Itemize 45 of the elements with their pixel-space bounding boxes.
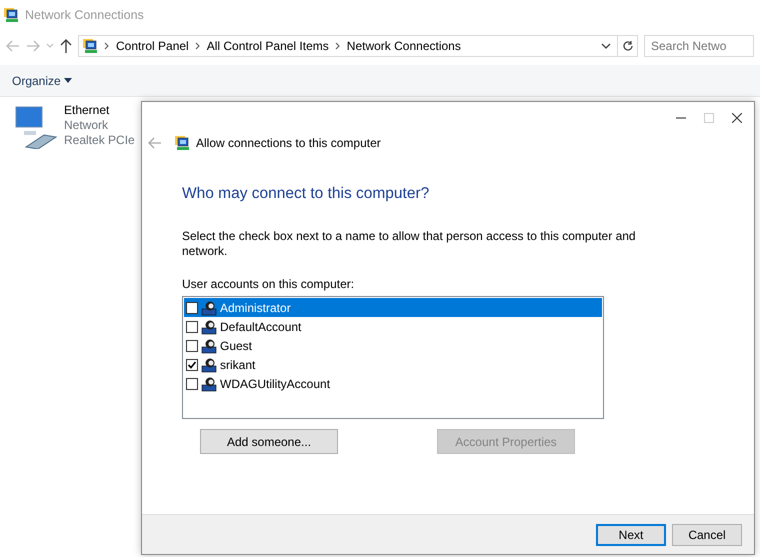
- caret-icon: [64, 78, 72, 83]
- account-item[interactable]: Guest: [184, 336, 602, 356]
- organize-menu[interactable]: Organize: [12, 72, 72, 90]
- checkbox[interactable]: [186, 340, 198, 352]
- user-icon: [201, 318, 217, 335]
- chevron-icon: [334, 42, 341, 50]
- breadcrumb-item[interactable]: All Control Panel Items: [206, 37, 329, 55]
- address-bar[interactable]: Control Panel All Control Panel Items Network Connections: [78, 35, 638, 57]
- search-placeholder: Search Netwo: [651, 38, 726, 55]
- user-icon: [201, 338, 217, 354]
- account-item[interactable]: WDAGUtilityAccount: [184, 374, 602, 394]
- checkbox[interactable]: [186, 378, 198, 390]
- chevron-icon: [194, 42, 201, 50]
- cancel-button[interactable]: Cancel: [672, 524, 742, 546]
- refresh-icon[interactable]: [622, 40, 634, 52]
- search-field[interactable]: Search Netwo: [644, 35, 754, 57]
- breadcrumb-item[interactable]: Network Connections: [346, 37, 461, 55]
- up-arrow-icon[interactable]: [60, 39, 72, 53]
- close-icon[interactable]: [732, 113, 742, 123]
- breadcrumb-item[interactable]: Control Panel: [116, 37, 189, 55]
- connection-device: Realtek PCIe: [64, 133, 135, 148]
- add-button[interactable]: Add someone...: [200, 429, 338, 454]
- network-icon: [174, 135, 190, 151]
- user-icon: [201, 356, 217, 373]
- dialog-header: Allow connections to this computer: [196, 135, 381, 152]
- user-icon: [201, 300, 217, 316]
- network-folder-icon: [82, 38, 98, 54]
- network-folder-icon: [3, 7, 19, 23]
- account-item[interactable]: Administrator: [184, 298, 602, 318]
- connection-name: Ethernet: [64, 103, 110, 118]
- instruction-text: Select the check box next to a name to allow that person access to this computer and network.: [182, 229, 637, 260]
- next-button[interactable]: Next: [596, 524, 666, 546]
- dropdown-caret-icon[interactable]: [601, 42, 611, 50]
- chevron-icon: [104, 42, 110, 50]
- connection-status: Network: [64, 118, 110, 133]
- account-item[interactable]: DefaultAccount: [184, 317, 602, 336]
- window-title: Network Connections: [25, 6, 144, 24]
- checkbox[interactable]: [186, 302, 198, 314]
- accounts-list[interactable]: Administrator DefaultAccount Guest srikant WDAGUtilityAccount: [182, 296, 604, 420]
- account-item[interactable]: srikant: [184, 355, 602, 374]
- user-icon: [201, 376, 217, 392]
- list-label: User accounts on this computer:: [182, 276, 356, 294]
- dialog-heading: Who may connect to this computer?: [182, 184, 430, 204]
- checkbox[interactable]: [186, 320, 198, 333]
- checkbox[interactable]: [186, 358, 198, 371]
